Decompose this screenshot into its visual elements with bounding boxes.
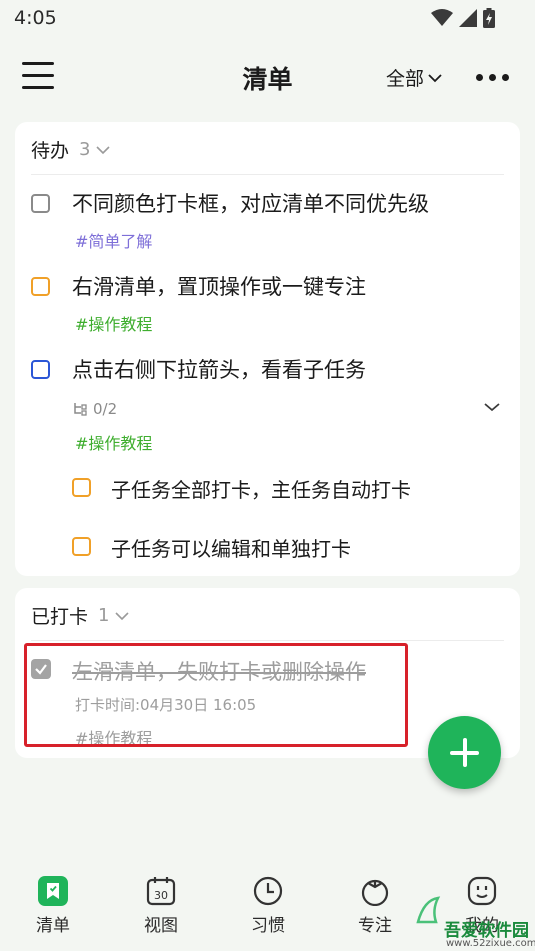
task-checkbox[interactable] <box>31 277 50 296</box>
subtask-checkbox[interactable] <box>72 537 91 556</box>
filter-label: 全部 <box>386 68 425 90</box>
subtask-icon <box>74 403 87 416</box>
todo-section-label: 待办 <box>31 140 70 162</box>
subtask-title[interactable]: 子任务全部打卡，主任务自动打卡 <box>111 474 411 503</box>
task-item[interactable]: 不同颜色打卡框，对应清单不同优先级 #简单了解 <box>15 188 520 258</box>
battery-charging-icon <box>483 8 495 28</box>
nav-item-view[interactable]: 30 视图 <box>131 876 191 936</box>
task-title[interactable]: 点击右侧下拉箭头，看看子任务 <box>72 354 366 384</box>
nav-item-habit[interactable]: 习惯 <box>238 876 298 936</box>
nav-item-focus[interactable]: 专注 <box>345 876 405 936</box>
nav-label: 专注 <box>358 916 392 936</box>
chevron-down-icon <box>96 145 111 154</box>
list-bookmark-icon <box>38 876 68 906</box>
highlight-box <box>24 643 408 747</box>
subtask-item[interactable]: 子任务可以编辑和单独打卡 <box>15 532 520 572</box>
todo-section-count: 3 <box>79 139 91 160</box>
watermark: 吾爱软件园 www.52zixue.com <box>410 888 535 951</box>
subtask-title[interactable]: 子任务可以编辑和单独打卡 <box>111 533 351 562</box>
chevron-down-icon <box>428 73 442 82</box>
more-options-icon[interactable] <box>476 74 509 81</box>
task-item[interactable]: 点击右侧下拉箭头，看看子任务 0/2 #操作教程 <box>15 354 520 454</box>
signal-icon <box>459 9 477 27</box>
divider <box>31 640 504 641</box>
nav-label: 清单 <box>36 916 70 936</box>
subtask-item[interactable]: 子任务全部打卡，主任务自动打卡 <box>15 473 520 513</box>
add-task-button[interactable] <box>428 716 501 789</box>
wifi-icon <box>431 9 453 26</box>
expand-chevron-icon[interactable] <box>484 402 500 412</box>
page-title: 清单 <box>242 65 293 94</box>
nav-label: 视图 <box>144 916 178 936</box>
tomato-icon <box>361 879 389 906</box>
status-time: 4:05 <box>14 7 57 29</box>
nav-label: 习惯 <box>251 916 285 936</box>
todo-card: 待办 3 不同颜色打卡框，对应清单不同优先级 #简单了解 右滑清单，置顶操作或一… <box>15 122 520 576</box>
todo-section-header[interactable]: 待办 3 <box>31 136 111 163</box>
calendar-icon: 30 <box>146 877 176 906</box>
app-bar: 清单 全部 <box>0 42 535 112</box>
calendar-number: 30 <box>154 889 168 902</box>
task-checkbox[interactable] <box>31 360 50 379</box>
task-checkbox[interactable] <box>31 194 50 213</box>
task-tag[interactable]: #操作教程 <box>75 311 152 335</box>
nav-item-list[interactable]: 清单 <box>23 876 83 936</box>
watermark-url: www.52zixue.com <box>446 938 535 949</box>
task-title[interactable]: 右滑清单，置顶操作或一键专注 <box>72 271 366 301</box>
status-bar: 4:05 <box>0 0 535 38</box>
chevron-down-icon <box>115 611 130 620</box>
subtask-progress-text: 0/2 <box>93 400 118 418</box>
divider <box>31 174 504 175</box>
task-item[interactable]: 右滑清单，置顶操作或一键专注 #操作教程 <box>15 271 520 341</box>
done-section-label: 已打卡 <box>31 606 89 628</box>
done-section-header[interactable]: 已打卡 1 <box>31 602 130 629</box>
task-tag[interactable]: #简单了解 <box>75 228 152 252</box>
status-icons <box>431 8 495 28</box>
task-title[interactable]: 不同颜色打卡框，对应清单不同优先级 <box>72 188 429 218</box>
subtask-checkbox[interactable] <box>72 478 91 497</box>
subtask-progress: 0/2 <box>73 400 117 418</box>
task-tag[interactable]: #操作教程 <box>75 430 152 454</box>
clock-icon <box>253 876 283 906</box>
done-section-count: 1 <box>98 605 110 626</box>
filter-dropdown[interactable]: 全部 <box>386 64 442 91</box>
